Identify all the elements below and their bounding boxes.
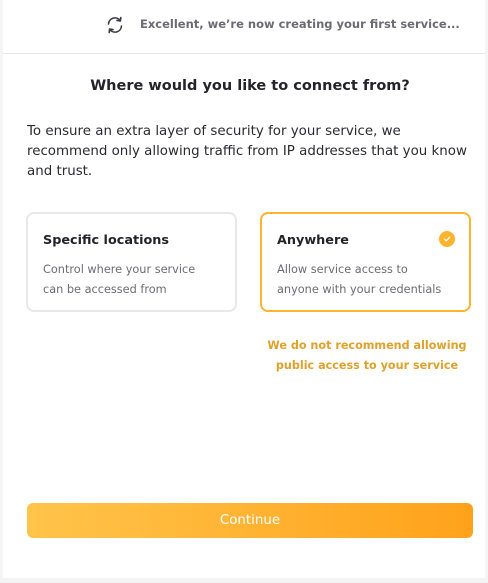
onboarding-panel: Excellent, we’re now creating your first… [3, 0, 485, 578]
status-message: Excellent, we’re now creating your first… [140, 17, 460, 31]
option-description: Control where your service can be access… [43, 263, 196, 296]
check-circle-icon [439, 231, 455, 247]
status-bar: Excellent, we’re now creating your first… [3, 0, 485, 54]
option-title: Anywhere [277, 233, 349, 248]
continue-button[interactable]: Continue [27, 503, 473, 538]
option-description: Allow service access to anyone with your… [277, 263, 442, 296]
public-access-warning: We do not recommend allowing public acce… [267, 339, 467, 372]
option-specific-locations[interactable]: Specific locations Control where your se… [26, 212, 237, 312]
security-description: To ensure an extra layer of security for… [27, 124, 467, 179]
sync-icon [105, 15, 125, 35]
page-title: Where would you like to connect from? [90, 78, 410, 94]
option-anywhere[interactable]: Anywhere Allow service access to anyone … [260, 212, 471, 312]
option-title: Specific locations [43, 233, 169, 248]
